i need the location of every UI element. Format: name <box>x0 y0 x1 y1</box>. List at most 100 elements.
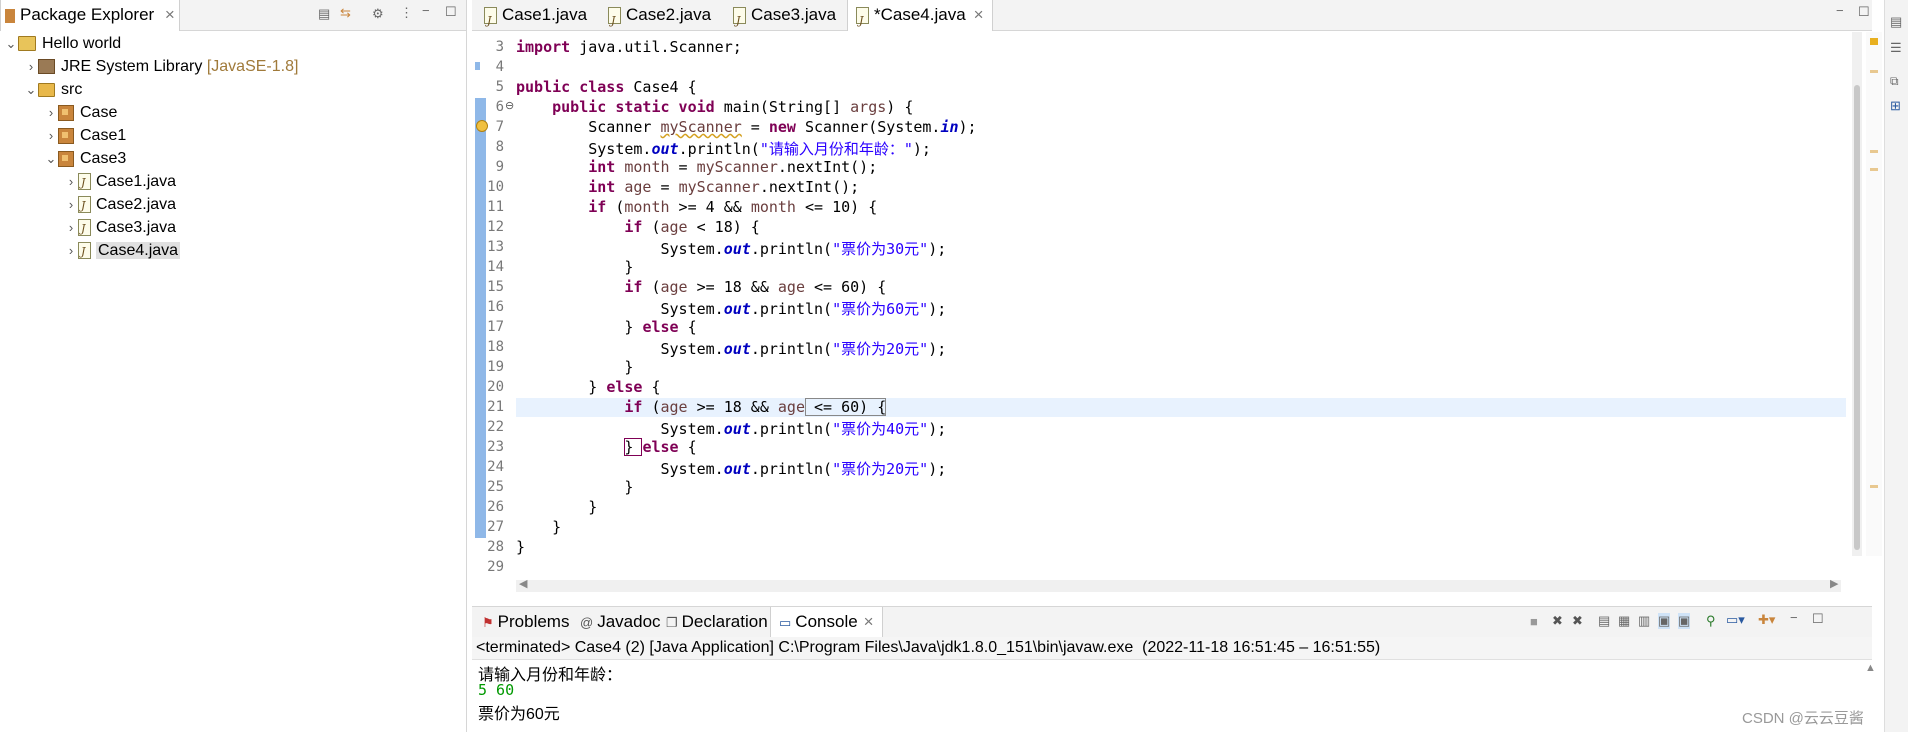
tree-item-jre-library[interactable]: › JRE System Library [JavaSE-1.8] <box>24 56 299 78</box>
code-line-21[interactable]: if (age >= 18 && age <= 60) { <box>516 398 887 416</box>
code-line-3[interactable]: import java.util.Scanner; <box>516 38 742 56</box>
code-text: ( <box>642 398 661 416</box>
collapse-all-icon[interactable]: ▤ <box>318 6 330 22</box>
chevron-right-icon[interactable]: › <box>24 56 38 78</box>
editor-horizontal-scrollbar[interactable] <box>516 580 1841 592</box>
view-menu-icon[interactable]: ⋮ <box>400 5 413 21</box>
code-text: { <box>642 378 661 396</box>
code-line-17[interactable]: } else { <box>516 318 696 336</box>
chevron-right-icon[interactable]: › <box>64 217 78 239</box>
code-line-14[interactable]: } <box>516 258 633 276</box>
java-file-icon <box>608 6 621 36</box>
code-line-24[interactable]: System.out.println("票价为20元"); <box>516 458 947 479</box>
code-line-15[interactable]: if (age >= 18 && age <= 60) { <box>516 278 886 296</box>
chevron-right-icon[interactable]: › <box>64 240 78 262</box>
display-console-icon[interactable]: ▭▾ <box>1726 612 1745 628</box>
open-console-icon[interactable]: ✚▾ <box>1758 612 1775 628</box>
clear-console-icon[interactable]: ▤ <box>1598 613 1610 629</box>
tree-item-package-case[interactable]: › Case <box>44 102 118 124</box>
code-line-9[interactable]: int month = myScanner.nextInt(); <box>516 158 877 176</box>
code-line-10[interactable]: int age = myScanner.nextInt(); <box>516 178 859 196</box>
tree-item-package-case3[interactable]: ⌄ Case3 <box>44 148 127 170</box>
close-icon[interactable]: × <box>974 5 984 24</box>
tree-item-case4-java[interactable]: › Case4.java <box>64 240 181 263</box>
tab-case3-java[interactable]: Case3.java <box>725 0 844 36</box>
restore-icon[interactable]: ⧉ <box>1890 74 1899 89</box>
code-line-20[interactable]: } else { <box>516 378 661 396</box>
tab-case4-java[interactable]: *Case4.java × <box>847 0 993 36</box>
hierarchy-icon[interactable]: ⊞ <box>1890 98 1901 114</box>
tab-case2-java[interactable]: Case2.java <box>600 0 719 36</box>
overview-marker[interactable] <box>1870 150 1878 153</box>
chevron-right-icon[interactable]: › <box>44 125 58 147</box>
code-text: .nextInt(); <box>777 158 878 176</box>
maximize-icon[interactable]: ☐ <box>445 4 457 20</box>
code-line-11[interactable]: if (month >= 4 && month <= 10) { <box>516 198 877 216</box>
overview-marker[interactable] <box>1870 70 1878 73</box>
editor-scroll-thumb[interactable] <box>1854 85 1860 550</box>
scroll-left-icon[interactable]: ◀ <box>519 577 527 590</box>
code-line-23[interactable]: } else { <box>516 438 697 456</box>
tab-package-explorer[interactable]: Package Explorer × <box>0 0 180 31</box>
chevron-right-icon[interactable]: › <box>64 171 78 193</box>
task-list-icon[interactable]: ☰ <box>1890 40 1902 56</box>
maximize-icon[interactable]: ☐ <box>1812 611 1824 627</box>
tab-console[interactable]: ▭ Console × <box>770 607 883 638</box>
code-line-5[interactable]: public class Case4 { <box>516 78 697 96</box>
code-line-8[interactable]: System.out.println("请输入月份和年龄："); <box>516 138 931 159</box>
terminate-icon[interactable]: ■ <box>1530 614 1538 629</box>
code-line-26[interactable]: } <box>516 498 597 516</box>
chevron-right-icon[interactable]: › <box>64 194 78 216</box>
remove-launch-icon[interactable]: ✖ <box>1552 613 1563 629</box>
remove-all-icon[interactable]: ✖ <box>1572 613 1583 629</box>
code-line-7[interactable]: Scanner myScanner = new Scanner(System.i… <box>516 118 976 136</box>
tab-javadoc[interactable]: @ Javadoc <box>572 607 669 637</box>
tab-case1-java[interactable]: Case1.java <box>476 0 595 36</box>
chevron-down-icon[interactable]: ⌄ <box>44 148 58 170</box>
code-line-6[interactable]: public static void main(String[] args) { <box>516 98 913 116</box>
code-line-27[interactable]: } <box>516 518 561 536</box>
code-line-13[interactable]: System.out.println("票价为30元"); <box>516 238 947 259</box>
chevron-right-icon[interactable]: › <box>44 102 58 124</box>
tree-item-case1-java[interactable]: › Case1.java <box>64 171 176 194</box>
word-wrap-icon[interactable]: ▥ <box>1638 613 1650 629</box>
show-on-error-icon[interactable]: ▣ <box>1678 613 1691 629</box>
code-line-28[interactable]: } <box>516 538 525 556</box>
tree-item-case3-java[interactable]: › Case3.java <box>64 217 176 240</box>
chevron-down-icon[interactable]: ⌄ <box>4 33 18 55</box>
minimize-icon[interactable]: − <box>1836 3 1844 18</box>
code-line-19[interactable]: } <box>516 358 633 376</box>
tab-declaration[interactable]: ❐ Declaration <box>658 607 776 637</box>
keyword: int <box>588 178 616 196</box>
show-on-output-icon[interactable]: ▣ <box>1658 613 1671 629</box>
scroll-right-icon[interactable]: ▶ <box>1830 577 1838 590</box>
tree-item-case2-java[interactable]: › Case2.java <box>64 194 176 217</box>
maximize-icon[interactable]: ☐ <box>1858 4 1870 20</box>
close-icon[interactable]: × <box>864 612 874 631</box>
overview-marker[interactable] <box>1870 485 1878 488</box>
warning-marker[interactable] <box>1870 38 1878 45</box>
minimize-icon[interactable]: − <box>1790 610 1798 625</box>
package-explorer-title: Package Explorer <box>20 5 155 24</box>
close-icon[interactable]: × <box>165 5 175 24</box>
overview-marker[interactable] <box>1870 168 1878 171</box>
tree-item-project[interactable]: ⌄ Hello world <box>4 33 122 55</box>
java-file-icon <box>78 172 91 194</box>
chevron-down-icon[interactable]: ⌄ <box>24 79 38 101</box>
minimize-icon[interactable]: − <box>422 3 430 18</box>
pin-console-icon[interactable]: ⚲ <box>1706 613 1716 629</box>
code-line-22[interactable]: System.out.println("票价为40元"); <box>516 418 947 439</box>
tree-item-package-case1[interactable]: › Case1 <box>44 125 126 147</box>
code-line-25[interactable]: } <box>516 478 633 496</box>
tree-item-src[interactable]: ⌄ src <box>24 79 83 101</box>
code-line-18[interactable]: System.out.println("票价为20元"); <box>516 338 947 359</box>
link-with-editor-icon[interactable]: ⇆ <box>340 5 351 21</box>
code-line-12[interactable]: if (age < 18) { <box>516 218 759 236</box>
tab-problems[interactable]: ⚑ Problems <box>474 607 577 637</box>
fold-icon[interactable]: ⊖ <box>505 99 514 112</box>
console-scroll-up-icon[interactable]: ▲ <box>1865 662 1876 674</box>
scroll-lock-icon[interactable]: ▦ <box>1618 613 1630 629</box>
code-line-16[interactable]: System.out.println("票价为60元"); <box>516 298 947 319</box>
filter-icon[interactable]: ⚙ <box>372 6 384 22</box>
outline-view-icon[interactable]: ▤ <box>1890 14 1902 30</box>
